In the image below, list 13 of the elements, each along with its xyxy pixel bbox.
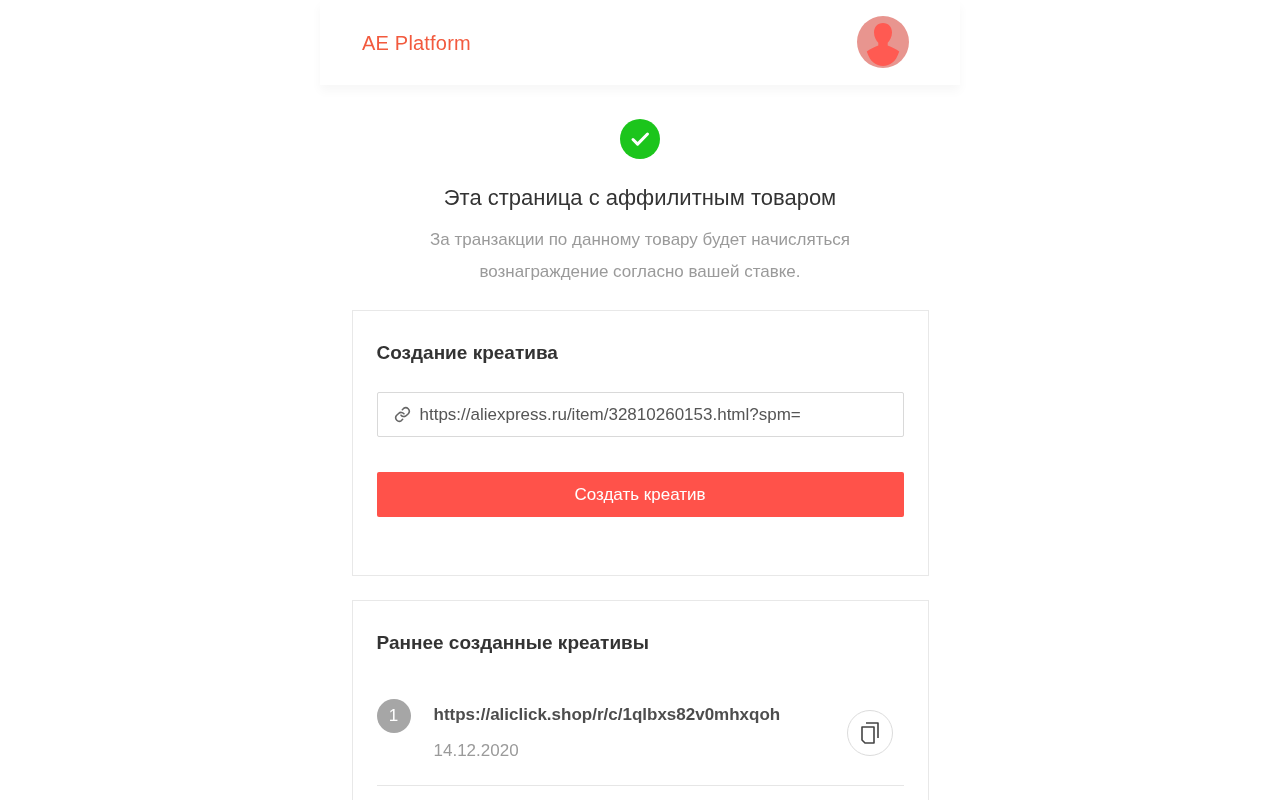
copy-button[interactable]	[846, 710, 893, 756]
avatar-button[interactable]	[857, 15, 909, 68]
status-title: Эта страница с аффилитным товаром	[443, 184, 837, 212]
copy-icon	[860, 722, 879, 744]
status-description: За транзакции по данному товару будет начисляться вознаграждение согласно вашей ставке.	[429, 229, 851, 283]
link-icon	[393, 406, 411, 423]
creative-link[interactable]: https://aliclick.shop/r/c/1qlbxs82v0mhxqoh	[433, 703, 781, 727]
success-check-icon	[620, 119, 660, 159]
card-title: Создание креатива	[376, 341, 559, 365]
creative-date: 14.12.2020	[433, 740, 519, 762]
card-title: Раннее созданные креативы	[376, 631, 650, 655]
link-field[interactable]: https://aliexpress.ru/item/32810260153.html?spm=	[376, 392, 904, 437]
item-number: 1	[376, 699, 411, 733]
